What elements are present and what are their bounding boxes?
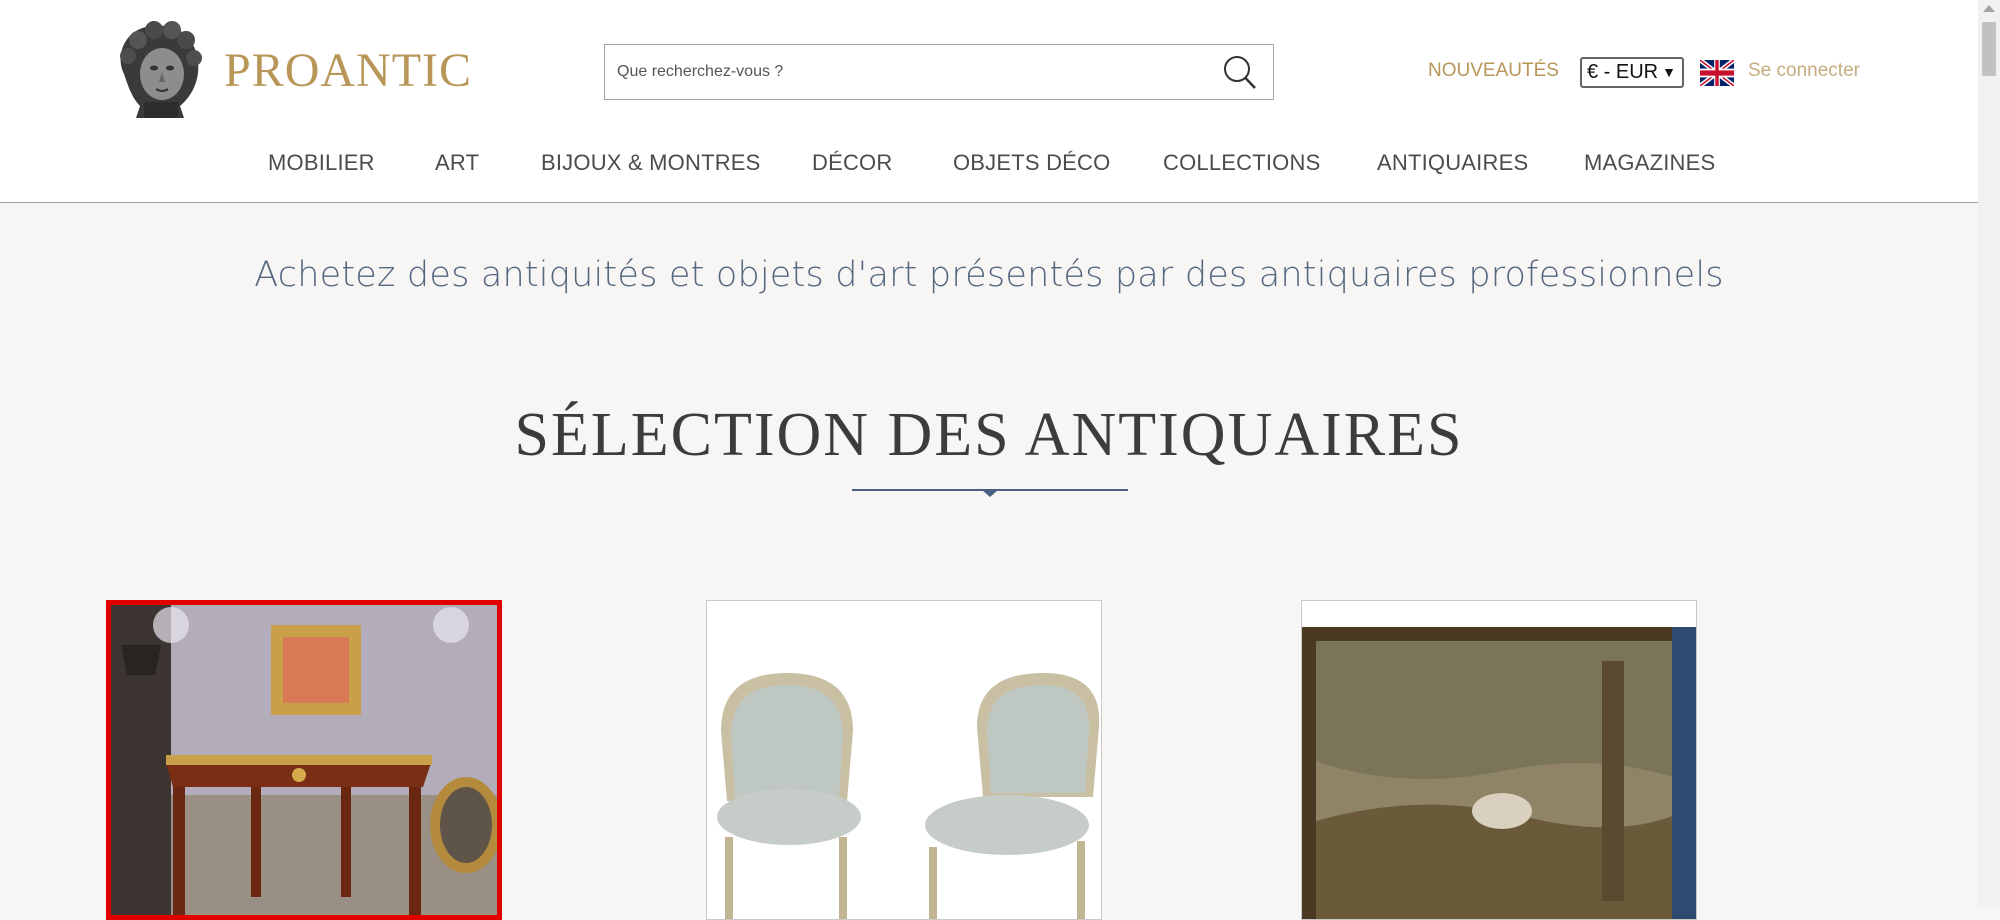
site-header: PROANTIC NOUVEAUTÉS € - EUR ▼ Se connect… [0, 0, 1978, 203]
bureau-image [111, 605, 497, 915]
bust-logo-icon [120, 21, 202, 118]
search-icon[interactable] [1221, 54, 1259, 92]
uk-flag-icon[interactable] [1700, 60, 1734, 86]
nav-item-collections[interactable]: COLLECTIONS [1163, 150, 1320, 176]
nav-item-art[interactable]: ART [435, 150, 479, 176]
nav-item-magazines[interactable]: MAGAZINES [1584, 150, 1715, 176]
search-input[interactable] [605, 45, 1217, 99]
nav-item-decor[interactable]: DÉCOR [812, 150, 892, 176]
currency-select[interactable]: € - EUR ▼ [1580, 57, 1684, 88]
bergere-chairs-image [707, 601, 1101, 919]
currency-value: € - EUR [1587, 61, 1659, 83]
login-link[interactable]: Se connecter [1748, 60, 1860, 82]
scroll-thumb[interactable] [1982, 22, 1996, 76]
product-card-tapestry[interactable] [1301, 600, 1697, 920]
nav-item-bijoux-montres[interactable]: BIJOUX & MONTRES [541, 150, 761, 176]
chevron-down-icon: ▼ [1662, 64, 1676, 80]
title-divider [852, 489, 1128, 497]
product-card-bureau[interactable] [106, 600, 502, 920]
section-title: SÉLECTION DES ANTIQUAIRES [514, 401, 1464, 469]
brand-name: PROANTIC [224, 43, 473, 97]
tapestry-image [1302, 601, 1696, 919]
logo[interactable]: PROANTIC [110, 18, 472, 122]
new-arrivals-link[interactable]: NOUVEAUTÉS [1428, 60, 1559, 82]
scrollbar[interactable] [1978, 0, 2000, 908]
nav-item-antiquaires[interactable]: ANTIQUAIRES [1377, 150, 1528, 176]
main-nav: MOBILIER ART BIJOUX & MONTRES DÉCOR OBJE… [0, 150, 1978, 180]
nav-item-objets-deco[interactable]: OBJETS DÉCO [953, 150, 1110, 176]
tagline: Achetez des antiquités et objets d'art p… [254, 255, 1724, 295]
scroll-up-icon[interactable] [1983, 5, 1995, 12]
search-bar [604, 44, 1274, 100]
product-card-bergeres[interactable] [706, 600, 1102, 920]
nav-item-mobilier[interactable]: MOBILIER [268, 150, 375, 176]
